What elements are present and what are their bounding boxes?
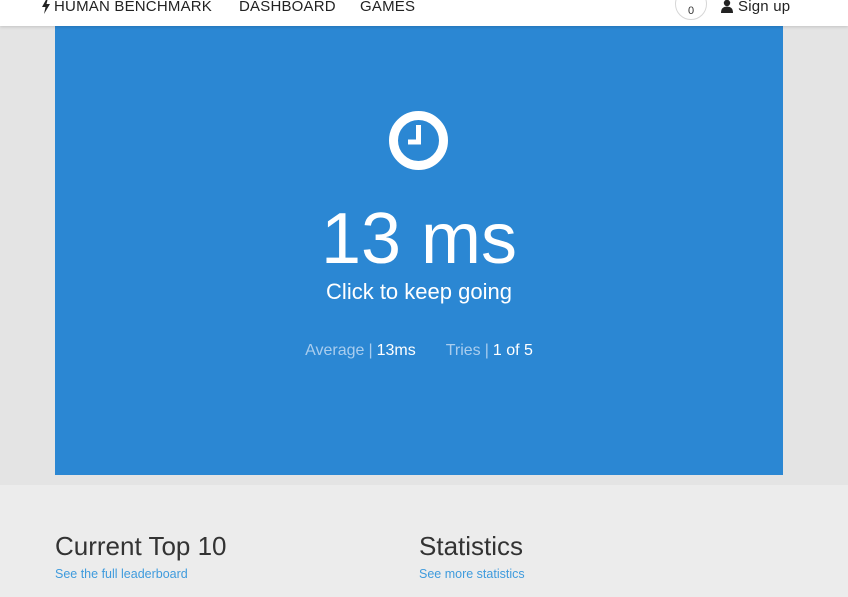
top10-title: Current Top 10 (55, 531, 227, 561)
statistics-title: Statistics (419, 531, 524, 561)
notification-counter[interactable]: 0 (675, 0, 707, 20)
tries-separator: | (484, 342, 489, 359)
stats-row: Average | 13ms Tries | 1 of 5 (55, 342, 783, 360)
nav-dashboard[interactable]: DASHBOARD (239, 0, 336, 16)
brand-label: HUMAN BENCHMARK (54, 0, 213, 15)
signup-link[interactable]: Sign up (720, 0, 790, 16)
continue-prompt: Click to keep going (326, 279, 512, 304)
nav-games[interactable]: GAMES (360, 0, 415, 16)
average-stat: Average | 13ms (305, 342, 416, 360)
reaction-test-panel[interactable]: 13 ms Click to keep going Average | 13ms… (55, 26, 783, 475)
top10-column: Current Top 10 See the full leaderboard (55, 531, 227, 581)
statistics-link[interactable]: See more statistics (419, 567, 525, 581)
average-label: Average (305, 342, 365, 359)
tries-label: Tries (445, 342, 481, 359)
top-navbar: HUMAN BENCHMARK DASHBOARD GAMES 0 Sign u… (0, 0, 848, 26)
average-value: 13ms (376, 342, 416, 359)
reaction-time-result: 13 ms (320, 199, 518, 279)
user-icon (721, 0, 733, 13)
signup-label: Sign up (738, 0, 791, 15)
average-separator: | (368, 342, 373, 359)
lightning-bolt-icon (42, 0, 50, 14)
clock-icon (389, 111, 448, 170)
brand-link[interactable]: HUMAN BENCHMARK (41, 0, 212, 16)
tries-stat: Tries | 1 of 5 (446, 342, 533, 360)
leaderboard-link[interactable]: See the full leaderboard (55, 567, 227, 581)
statistics-column: Statistics See more statistics (419, 531, 525, 581)
tries-value: 1 of 5 (492, 342, 533, 359)
lower-section: Current Top 10 See the full leaderboard … (0, 485, 848, 597)
